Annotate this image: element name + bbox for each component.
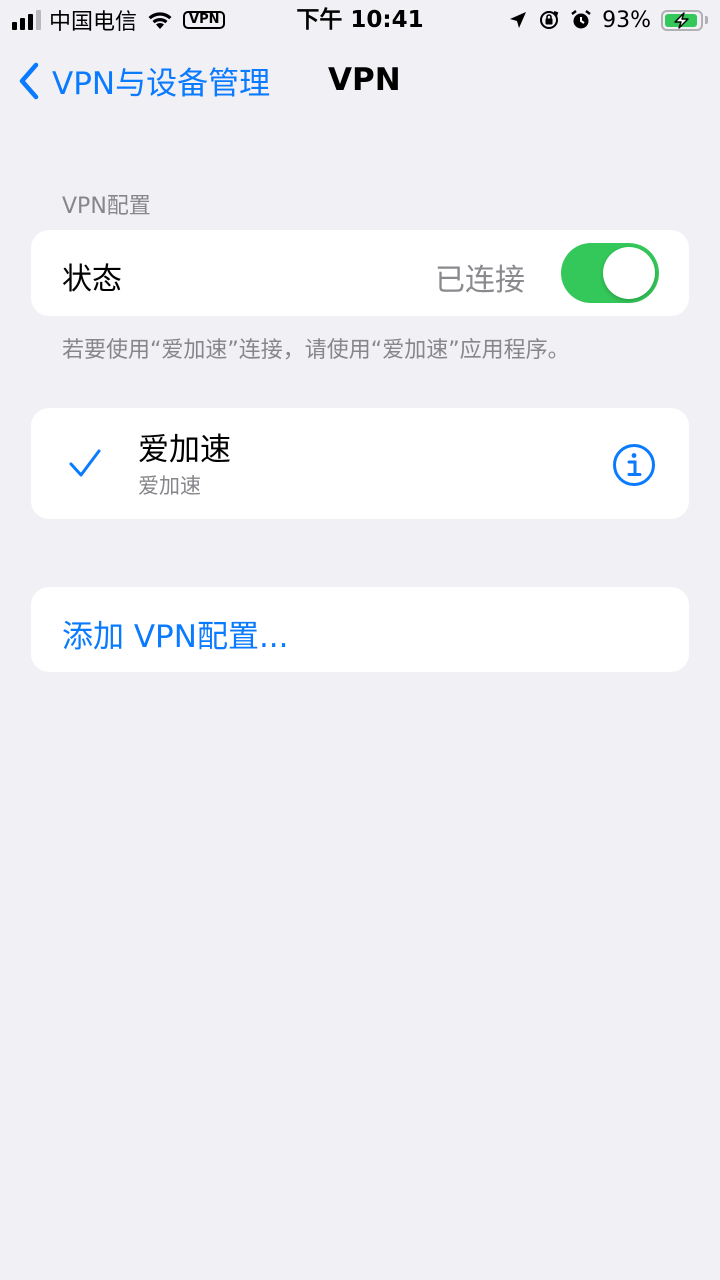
vpn-item-row[interactable] xyxy=(31,408,689,519)
vpn-item-subtitle: 爱加速 xyxy=(138,474,201,498)
orientation-lock-icon xyxy=(540,11,559,29)
status-bar-right: 93% xyxy=(508,6,708,34)
toggle-knob xyxy=(603,247,655,299)
back-button[interactable]: VPN与设备管理 xyxy=(16,58,270,103)
battery-percent: 93% xyxy=(602,7,651,33)
location-icon xyxy=(510,12,527,28)
navigation-bar: VPN与设备管理 VPN xyxy=(0,50,720,110)
add-vpn-config-button[interactable]: 添加 VPN配置... xyxy=(31,587,689,672)
battery-charging-icon xyxy=(661,9,708,31)
info-icon[interactable] xyxy=(612,443,656,487)
back-button-label: VPN与设备管理 xyxy=(52,66,271,102)
vpn-status-toggle[interactable] xyxy=(561,243,659,303)
checkmark-icon xyxy=(69,449,101,477)
section-footer-note: 若要使用“爱加速”连接，请使用“爱加速”应用程序。 xyxy=(62,338,570,363)
status-bar: 中国电信 VPN 下午 10:41 93% xyxy=(0,0,720,40)
alarm-icon xyxy=(571,10,591,29)
screen: 中国电信 VPN 下午 10:41 93% VPN与设备管理 VPN VPN配置… xyxy=(0,0,720,1280)
status-label: 状态 xyxy=(62,262,122,297)
page-title: VPN xyxy=(328,62,401,98)
status-value: 已连接 xyxy=(435,263,525,298)
status-row: 状态 已连接 xyxy=(31,230,689,316)
add-vpn-config-label: 添加 VPN配置... xyxy=(62,619,289,655)
chevron-left-icon xyxy=(19,62,39,99)
section-header-vpn-config: VPN配置 xyxy=(62,194,151,219)
vpn-item-name: 爱加速 xyxy=(138,432,231,468)
